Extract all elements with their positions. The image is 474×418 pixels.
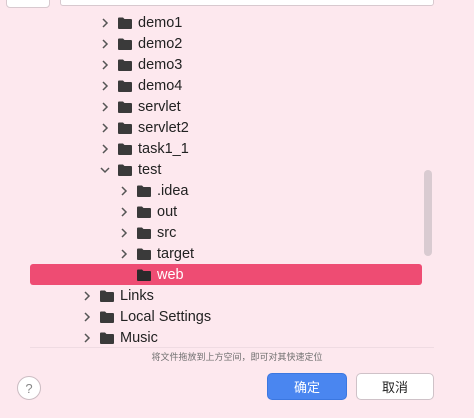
folder-icon xyxy=(137,185,151,197)
drop-hint: 将文件拖放到上方空间，即可对其快速定位 xyxy=(151,352,323,362)
tree-row-label: Links xyxy=(120,287,154,304)
folder-icon xyxy=(137,206,151,218)
folder-icon xyxy=(137,227,151,239)
tree-row[interactable]: test xyxy=(98,159,161,180)
tree-row-label: web xyxy=(157,266,184,283)
back-button[interactable] xyxy=(6,0,50,8)
chevron-right-icon[interactable] xyxy=(98,142,112,156)
folder-icon xyxy=(137,269,151,281)
folder-icon xyxy=(137,248,151,260)
tree-row[interactable]: target xyxy=(117,243,194,264)
tree-row-label: Music xyxy=(120,329,158,346)
divider xyxy=(30,347,434,348)
chevron-right-icon[interactable] xyxy=(80,310,94,324)
tree-row[interactable]: Links xyxy=(80,285,154,306)
tree-row[interactable]: Music xyxy=(80,327,158,348)
tree-row-label: servlet xyxy=(138,98,181,115)
folder-tree: demo1 demo2 demo3 demo4 servlet servlet2 task1… xyxy=(0,12,440,352)
folder-icon xyxy=(118,164,132,176)
tree-row-label: demo3 xyxy=(138,56,183,73)
help-icon: ? xyxy=(25,380,33,396)
tree-row[interactable]: web xyxy=(30,264,422,285)
tree-row[interactable]: Local Settings xyxy=(80,306,211,327)
tree-row-label: test xyxy=(138,161,162,178)
tree-row-label: demo4 xyxy=(138,77,183,94)
ok-button[interactable]: 确定 xyxy=(267,373,347,400)
folder-icon xyxy=(118,101,132,113)
tree-row-label: servlet2 xyxy=(138,119,189,136)
tree-row[interactable]: demo4 xyxy=(98,75,182,96)
chevron-right-icon[interactable] xyxy=(117,205,131,219)
tree-row-label: src xyxy=(157,224,177,241)
folder-icon xyxy=(100,311,114,323)
chevron-right-icon[interactable] xyxy=(117,247,131,261)
folder-icon xyxy=(118,59,132,71)
tree-row[interactable]: demo3 xyxy=(98,54,182,75)
chevron-right-icon[interactable] xyxy=(98,121,112,135)
cancel-button[interactable]: 取消 xyxy=(356,373,434,400)
tree-scrollbar[interactable] xyxy=(424,170,432,256)
tree-row[interactable]: demo1 xyxy=(98,12,182,33)
tree-row[interactable]: task1_1 xyxy=(98,138,189,159)
chevron-right-icon[interactable] xyxy=(98,16,112,30)
help-button[interactable]: ? xyxy=(17,376,41,400)
tree-row-label: out xyxy=(157,203,178,220)
folder-icon xyxy=(118,17,132,29)
tree-row-label: .idea xyxy=(157,182,189,199)
chevron-right-icon[interactable] xyxy=(98,37,112,51)
tree-row-label: Local Settings xyxy=(120,308,212,325)
tree-row[interactable]: servlet xyxy=(98,96,181,117)
chevron-right-icon[interactable] xyxy=(98,79,112,93)
location-bar xyxy=(0,0,474,8)
folder-icon xyxy=(118,80,132,92)
tree-row[interactable]: demo2 xyxy=(98,33,182,54)
folder-icon xyxy=(118,122,132,134)
tree-row[interactable]: .idea xyxy=(117,180,188,201)
folder-icon xyxy=(118,143,132,155)
folder-icon xyxy=(100,290,114,302)
chevron-right-icon[interactable] xyxy=(98,100,112,114)
chevron-right-icon[interactable] xyxy=(117,226,131,240)
chevron-down-icon[interactable] xyxy=(98,163,112,177)
chevron-right-icon[interactable] xyxy=(98,58,112,72)
tree-row-label: task1_1 xyxy=(138,140,189,157)
tree-row[interactable]: out xyxy=(117,201,177,222)
tree-row-label: demo2 xyxy=(138,35,183,52)
path-field[interactable] xyxy=(60,0,434,6)
folder-icon xyxy=(100,332,114,344)
folder-icon xyxy=(118,38,132,50)
tree-row-label: demo1 xyxy=(138,14,183,31)
chevron-right-icon[interactable] xyxy=(80,289,94,303)
tree-row-label: target xyxy=(157,245,195,262)
chevron-right-icon[interactable] xyxy=(117,184,131,198)
tree-row[interactable]: src xyxy=(117,222,176,243)
tree-row[interactable]: servlet2 xyxy=(98,117,189,138)
chevron-right-icon[interactable] xyxy=(80,331,94,345)
